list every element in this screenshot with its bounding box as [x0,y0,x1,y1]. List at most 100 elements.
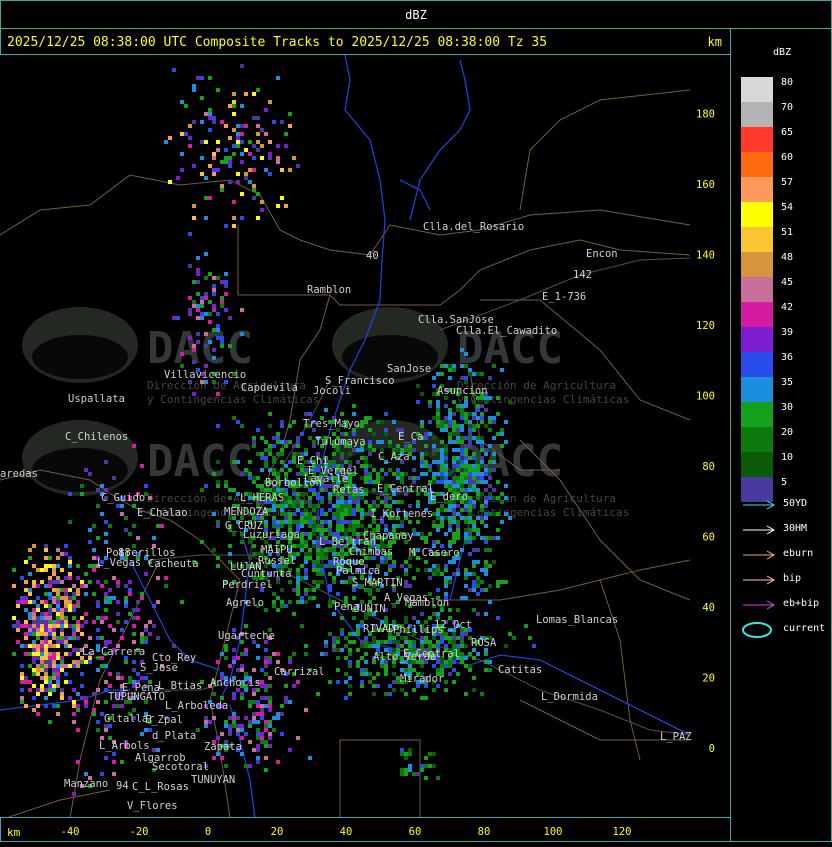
color-swatch-label: 5 [781,477,788,488]
track-legend-label: 30HM [783,523,808,534]
place-label: Villavicencio [164,369,246,381]
place-label: L_PAZ [660,731,692,743]
x-axis-unit: km [7,826,21,839]
color-swatch-30 [741,402,773,427]
color-swatch-80 [741,77,773,102]
ellipse-icon [742,622,772,638]
place-label: Ugarteche [218,630,275,642]
x-tick-label: 100 [544,826,563,838]
place-label: Lomas_Blancas [536,614,618,626]
x-tick-label: 120 [613,826,632,838]
color-swatch-label: 30 [781,402,794,413]
place-label: Alto_Verde [373,651,436,663]
radar-map[interactable]: DACC Dirección de Agricultura y Contingenc… [0,54,731,821]
color-swatch-label: 54 [781,202,794,213]
place-label: E_dero [430,491,468,503]
color-swatch-label: 35 [781,377,794,388]
arrow-icon [743,525,776,535]
place-label: L_HERAS [240,492,284,504]
place-label: S_MARTIN [352,577,403,589]
arrow-icon [743,550,776,560]
x-axis-bar: km -40 -20 0 20 40 60 80 100 120 [0,817,731,842]
color-swatch-label: 70 [781,102,794,113]
color-swatch-35 [741,377,773,402]
color-swatch-label: 10 [781,452,794,463]
track-legend-30HM: 30HM [739,522,831,538]
x-tick-label: 20 [271,826,284,838]
place-label: d_Plata [152,730,196,742]
color-swatch-label: 65 [781,127,794,138]
place-label: C_L_Rosas [132,781,189,793]
track-legend-label: bip [783,573,802,584]
place-label: Anchoris [210,677,261,689]
color-swatch-10 [741,452,773,477]
y-tick-label: 140 [696,250,715,262]
color-swatch-20 [741,427,773,452]
place-label: Retas [333,484,365,496]
place-label: Gltallar [104,713,155,725]
legend-title: dBZ [772,47,792,58]
place-label: Carrizal [274,666,325,678]
place-label: I_Kortenes [370,508,433,520]
color-swatch-label: 42 [781,302,794,313]
color-swatch-60 [741,152,773,177]
window-title-bar: dBZ [0,0,832,29]
place-label: Capdevila [241,382,298,394]
x-tick-label: 0 [205,826,211,838]
place-label: 94 [116,780,129,792]
y-tick-label: 20 [702,673,715,685]
x-tick-label: 40 [340,826,353,838]
track-legend-label: current [783,623,826,634]
place-label: V_Flores [127,800,178,812]
place-label: Manzano [64,778,108,790]
color-swatch-57 [741,177,773,202]
place-label: 40 [366,250,379,262]
x-tick-label: -20 [130,826,149,838]
x-tick-label: 80 [478,826,491,838]
arrow-icon [743,600,776,610]
watermark-brand: DACC [147,323,253,374]
color-swatch-label: 51 [781,227,794,238]
place-label: C_Guido [101,492,145,504]
track-header: 2025/12/25 08:38:00 UTC Composite Tracks… [0,28,731,55]
header-timestamp: 2025/12/25 08:38:00 UTC Composite Tracks… [7,35,548,50]
track-legend-50YD: 50YD [739,497,831,513]
place-label: Uspallata [68,393,125,405]
color-swatch-label: 39 [781,327,794,338]
x-axis: km -40 -20 0 20 40 60 80 100 120 [7,826,632,839]
radar-map-canvas[interactable]: DACCDirección de Agriculturay Contingenc… [0,54,731,821]
color-swatch-label: 20 [781,427,794,438]
place-label: Clla.El_Cawadito [456,325,557,337]
place-label: Palmica [336,565,380,577]
place-label: L_Arbols [99,740,150,752]
place-label: La_Carrera [82,646,145,658]
place-label: JUNIN [354,603,386,615]
color-swatch-42 [741,302,773,327]
place-label: S_Jose [140,662,178,674]
color-swatch-label: 48 [781,252,794,263]
place-label: Zapata [204,741,242,753]
track-legend-bip: bip [739,572,831,588]
color-swatch-label: 36 [781,352,794,363]
track-legend-label: 50YD [783,498,808,509]
y-tick-label: 180 [696,109,715,121]
track-legend-current: current [739,622,831,638]
legend-panel: dBZ 80 70 65 60 57 54 51 48 45 42 39 36 35 30 20 10 5 50… [730,28,832,842]
rain-band-northwest [164,64,300,228]
place-label: Mamblon [405,597,449,609]
place-label: SanJose [387,363,431,375]
place-label: 142 [573,269,592,281]
place-label: Luzuriaga [243,529,300,541]
y-tick-label: 60 [702,532,715,544]
place-label: Agrelo [226,597,264,609]
color-swatch-label: 45 [781,277,794,288]
place-label: Encon [586,248,618,260]
y-tick-label: 80 [702,461,715,473]
track-legend-label: eburn [783,548,814,559]
place-label: Jocoli [313,385,351,397]
color-swatch-39 [741,327,773,352]
place-label: ROSA [471,637,497,649]
place-label: TUNUYAN [191,774,235,786]
place-label: 88 [118,547,131,559]
place-label: Tulumaya [315,436,366,448]
